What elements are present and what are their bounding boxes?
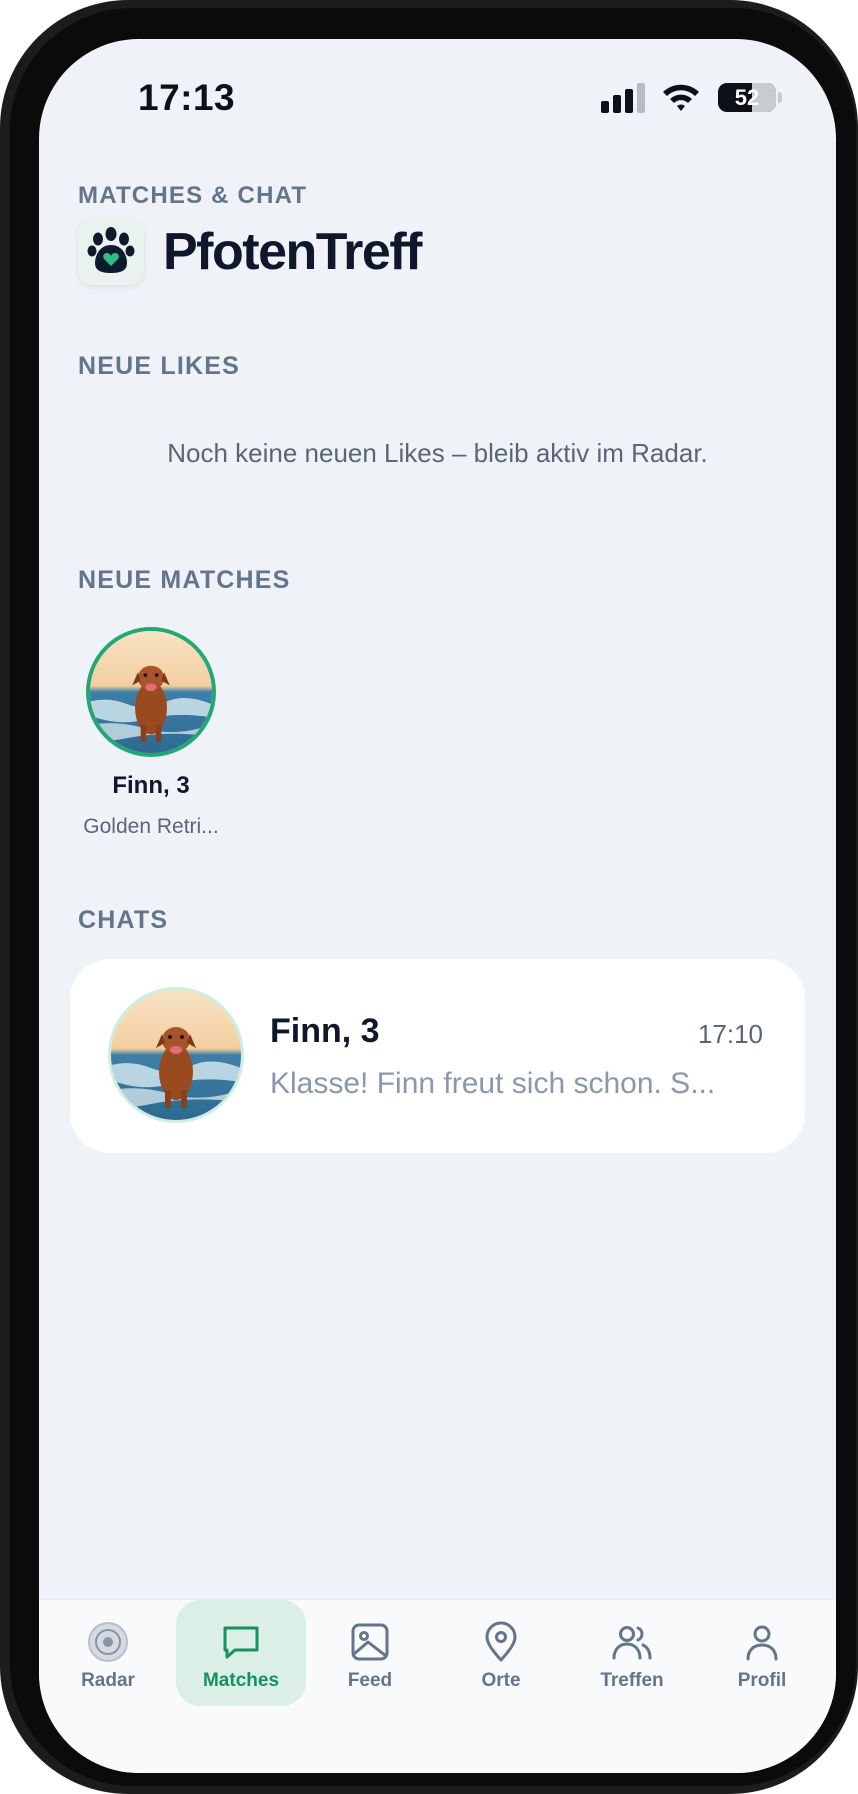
matches-section-label: NEUE MATCHES — [78, 566, 291, 594]
nav-label-radar: Radar — [81, 1670, 135, 1691]
wifi-icon — [663, 84, 699, 111]
battery-level-text: 52 — [734, 84, 760, 110]
nav-label-profil: Profil — [737, 1670, 787, 1691]
match-breed: Golden Retri... — [83, 815, 219, 838]
chat-avatar — [108, 987, 244, 1123]
nav-label-matches: Matches — [202, 1670, 280, 1691]
likes-section-label: NEUE LIKES — [78, 352, 241, 380]
people-icon — [612, 1626, 652, 1660]
nav-item-profil[interactable]: Profil — [697, 1600, 827, 1706]
chat-time: 17:10 — [697, 1019, 763, 1049]
chat-list-item[interactable]: Finn, 3 17:10 Klasse! Finn freut sich sc… — [70, 959, 805, 1153]
chat-name: Finn, 3 — [270, 1012, 380, 1050]
person-icon — [746, 1625, 778, 1661]
app-title: PfotenTreff — [163, 223, 422, 281]
dog-photo — [111, 990, 241, 1120]
nav-label-treffen: Treffen — [600, 1670, 664, 1691]
nav-item-radar[interactable]: Radar — [43, 1600, 173, 1706]
image-icon — [351, 1623, 389, 1661]
battery-nub — [778, 92, 782, 103]
nav-label-orte: Orte — [481, 1670, 521, 1691]
phone-frame: 17:13 52 MATCHES & CHAT PfotenTreff NEUE… — [0, 0, 858, 1794]
app-logo — [78, 219, 144, 285]
likes-empty-text: Noch keine neuen Likes – bleib aktiv im … — [167, 438, 708, 468]
nav-item-orte[interactable]: Orte — [436, 1600, 566, 1706]
match-name: Finn, 3 — [112, 772, 190, 799]
match-avatar[interactable] — [86, 627, 216, 757]
page-eyebrow: MATCHES & CHAT — [78, 182, 308, 209]
nav-item-treffen[interactable]: Treffen — [567, 1600, 697, 1706]
nav-item-matches[interactable]: Matches — [176, 1600, 306, 1706]
nav-item-feed[interactable]: Feed — [305, 1600, 435, 1706]
paw-heart-icon — [87, 227, 135, 273]
chat-preview: Klasse! Finn freut sich schon. S... — [270, 1067, 716, 1100]
chats-section-label: CHATS — [78, 906, 169, 934]
dog-photo — [90, 631, 212, 753]
cellular-signal-icon — [601, 83, 645, 113]
nav-label-feed: Feed — [347, 1670, 393, 1691]
app-screen: 17:13 52 MATCHES & CHAT PfotenTreff NEUE… — [39, 39, 836, 1773]
bottom-nav: Radar Matches Feed Orte Treffen Profil — [39, 1599, 836, 1773]
radar-icon — [88, 1622, 128, 1662]
chat-icon — [223, 1626, 259, 1659]
battery-icon: 52 — [718, 83, 776, 112]
status-time: 17:13 — [138, 77, 236, 118]
location-pin-icon — [485, 1621, 517, 1662]
phone-bezel: 17:13 52 MATCHES & CHAT PfotenTreff NEUE… — [10, 8, 856, 1786]
